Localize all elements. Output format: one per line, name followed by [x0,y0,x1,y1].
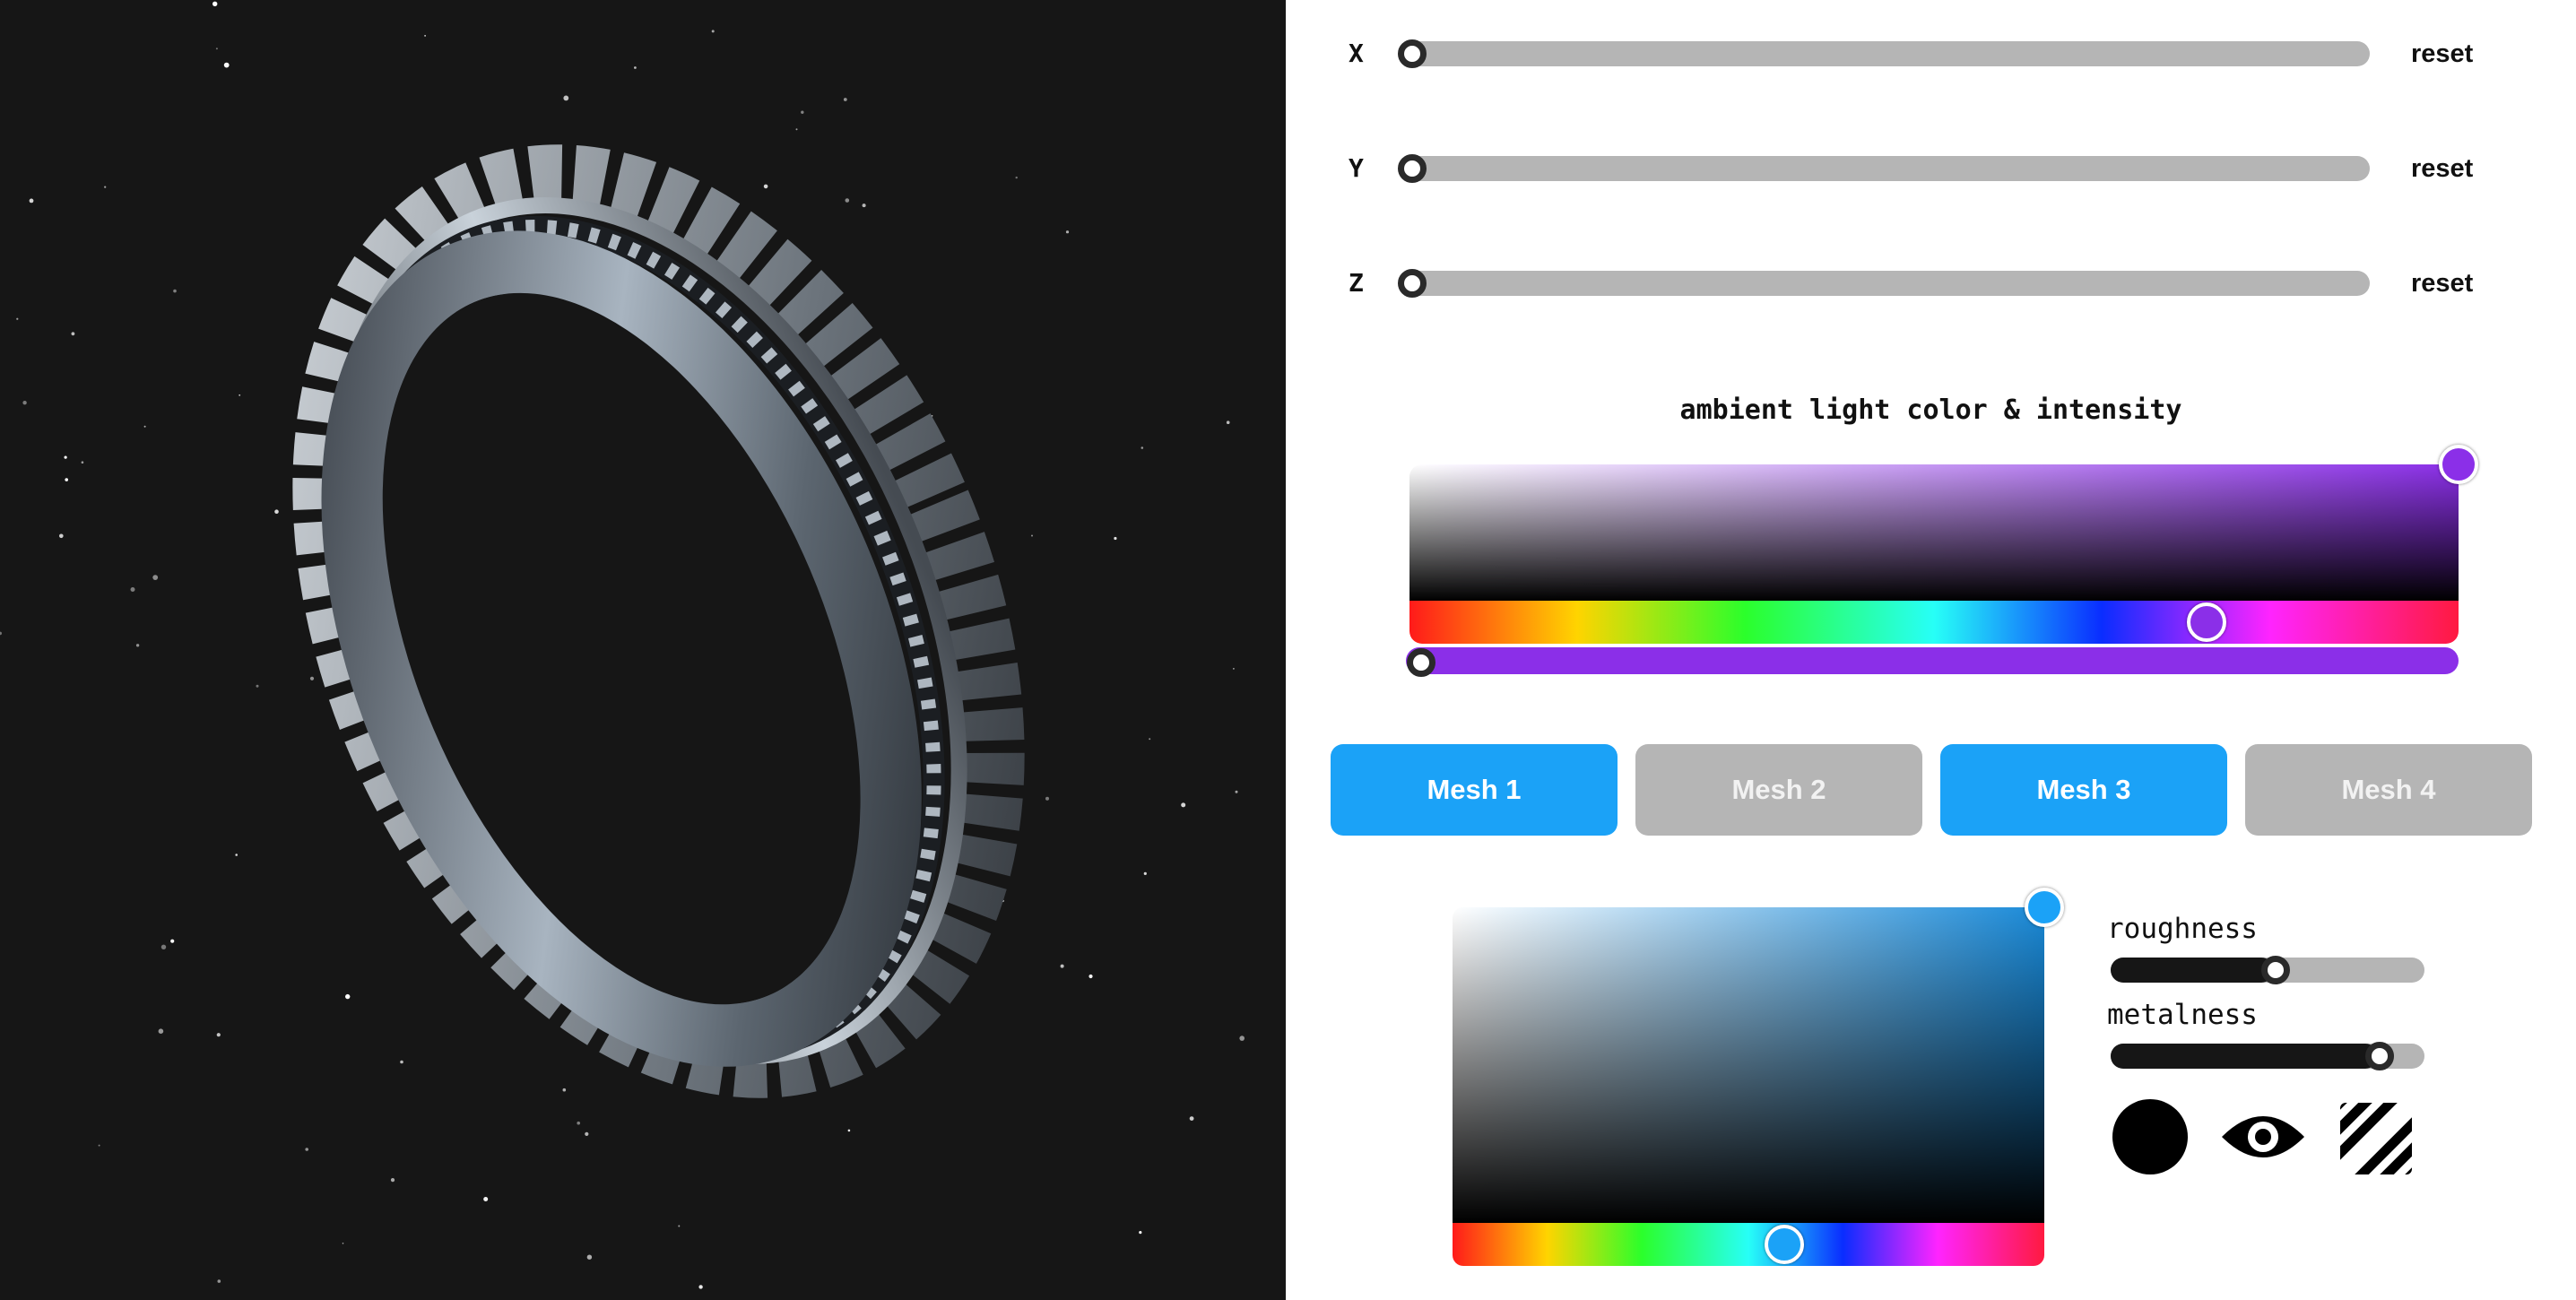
y-rotation-slider[interactable] [1398,154,2370,183]
material-hue-slider[interactable] [1453,1223,2044,1266]
y-axis-label: Y [1349,153,1364,183]
y-axis-row: Y reset [1286,142,2576,195]
ambient-intensity-slider[interactable] [1406,647,2459,677]
ambient-title: ambient light color & intensity [1679,394,2182,426]
slider-knob[interactable] [1407,648,1435,677]
slider-knob[interactable] [1398,269,1427,298]
3d-viewport[interactable] [0,0,1286,1300]
metalness-label: metalness [2107,999,2258,1031]
slider-knob[interactable] [2364,1042,2394,1070]
ambient-color-picker[interactable] [1409,445,2478,644]
x-axis-label: X [1349,39,1364,68]
mesh-3-button[interactable]: Mesh 3 [1940,744,2227,836]
x-rotation-slider[interactable] [1398,39,2370,68]
eye-icon[interactable] [2220,1108,2306,1166]
material-color-picker[interactable] [1453,888,2064,1266]
roughness-fill [2111,958,2274,983]
metalness-slider[interactable] [2111,1042,2424,1070]
x-reset-button[interactable]: reset [2411,27,2473,81]
slider-knob[interactable] [1398,154,1427,183]
y-reset-button[interactable]: reset [2411,142,2473,195]
material-saturation-handle[interactable] [2025,888,2064,927]
ambient-saturation-handle[interactable] [2439,445,2478,484]
z-axis-row: Z reset [1286,256,2576,310]
ring-model[interactable] [0,0,1286,1300]
x-axis-row: X reset [1286,27,2576,81]
stripes-icon[interactable] [2340,1103,2412,1174]
material-saturation-area[interactable] [1453,907,2044,1223]
slider-knob[interactable] [2261,956,2290,984]
z-rotation-slider[interactable] [1398,269,2370,298]
mesh-4-button[interactable]: Mesh 4 [2245,744,2532,836]
solid-circle-icon[interactable] [2111,1097,2190,1176]
ambient-saturation-area[interactable] [1409,464,2459,601]
material-hue-handle[interactable] [1764,1225,1804,1264]
z-reset-button[interactable]: reset [2411,256,2473,310]
roughness-slider[interactable] [2111,956,2424,984]
metalness-fill [2111,1044,2378,1069]
mesh-1-button[interactable]: Mesh 1 [1331,744,1618,836]
mesh-2-button[interactable]: Mesh 2 [1635,744,1922,836]
z-axis-label: Z [1349,268,1364,298]
ambient-hue-handle[interactable] [2187,602,2227,642]
slider-knob[interactable] [1398,39,1427,68]
ambient-hue-slider[interactable] [1409,601,2459,644]
controls-panel: X reset Y reset Z reset ambient light co… [1286,0,2576,1300]
roughness-label: roughness [2107,913,2258,945]
